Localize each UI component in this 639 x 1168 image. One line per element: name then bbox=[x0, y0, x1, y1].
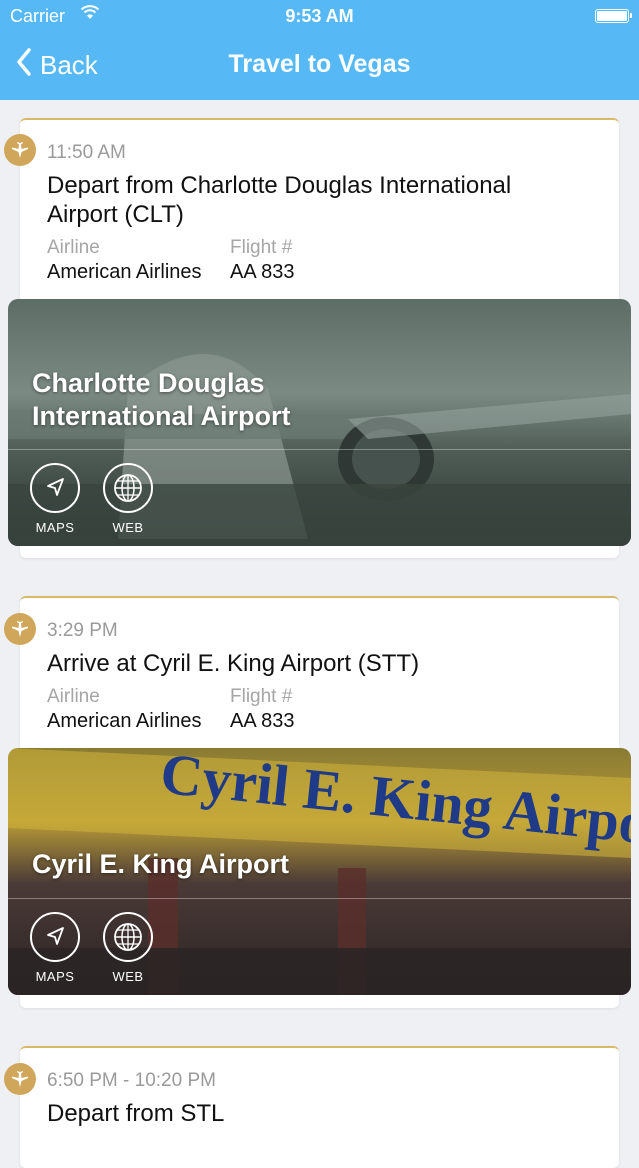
clock: 9:53 AM bbox=[285, 6, 354, 26]
event-time: 3:29 PM bbox=[47, 620, 118, 641]
maps-label: MAPS bbox=[35, 520, 75, 535]
airline-value: American Airlines bbox=[47, 710, 202, 732]
divider bbox=[8, 898, 631, 899]
place-name: Charlotte Douglas International Airport bbox=[32, 368, 291, 431]
flight-label: Flight # bbox=[230, 686, 293, 707]
airline-label: Airline bbox=[47, 686, 100, 707]
itinerary-card[interactable]: 6:50 PM - 10:20 PM Depart from STL bbox=[20, 1046, 619, 1168]
place-banner[interactable]: Charlotte Douglas International Airport … bbox=[8, 299, 631, 546]
flight-label: Flight # bbox=[230, 237, 293, 258]
web-button[interactable]: WEB bbox=[103, 463, 153, 535]
web-label: WEB bbox=[112, 969, 144, 984]
navigation-arrow-icon bbox=[30, 912, 80, 962]
airline-value: American Airlines bbox=[47, 261, 202, 283]
maps-button[interactable]: MAPS bbox=[30, 912, 80, 984]
place-banner[interactable]: Cyril E. King Airport Cyril E. King Airp… bbox=[8, 748, 631, 995]
airline-label: Airline bbox=[47, 237, 100, 258]
place-name: Cyril E. King Airport bbox=[32, 849, 290, 879]
navigation-arrow-icon bbox=[30, 463, 80, 513]
maps-button[interactable]: MAPS bbox=[30, 463, 80, 535]
divider bbox=[8, 449, 631, 450]
event-title: Depart from Charlotte Douglas Internatio… bbox=[47, 172, 512, 228]
web-label: WEB bbox=[112, 520, 144, 535]
flight-value: AA 833 bbox=[230, 261, 295, 283]
plane-icon bbox=[4, 134, 36, 166]
page-title: Travel to Vegas bbox=[228, 50, 411, 78]
event-title: Depart from STL bbox=[47, 1100, 225, 1127]
status-bar: Carrier 9:53 AM bbox=[0, 5, 639, 28]
battery-icon bbox=[595, 9, 632, 23]
event-title: Arrive at Cyril E. King Airport (STT) bbox=[47, 650, 420, 677]
globe-icon bbox=[103, 912, 153, 962]
nav-bar: Back Travel to Vegas bbox=[0, 44, 639, 88]
event-time: 6:50 PM - 10:20 PM bbox=[47, 1070, 216, 1091]
event-time: 11:50 AM bbox=[47, 142, 126, 163]
plane-icon bbox=[4, 1063, 36, 1095]
web-button[interactable]: WEB bbox=[103, 912, 153, 984]
plane-icon bbox=[4, 613, 36, 645]
globe-icon bbox=[103, 463, 153, 513]
navigation-header: Carrier 9:53 AM Back Travel to Vegas bbox=[0, 0, 639, 100]
flight-value: AA 833 bbox=[230, 710, 295, 732]
maps-label: MAPS bbox=[35, 969, 75, 984]
